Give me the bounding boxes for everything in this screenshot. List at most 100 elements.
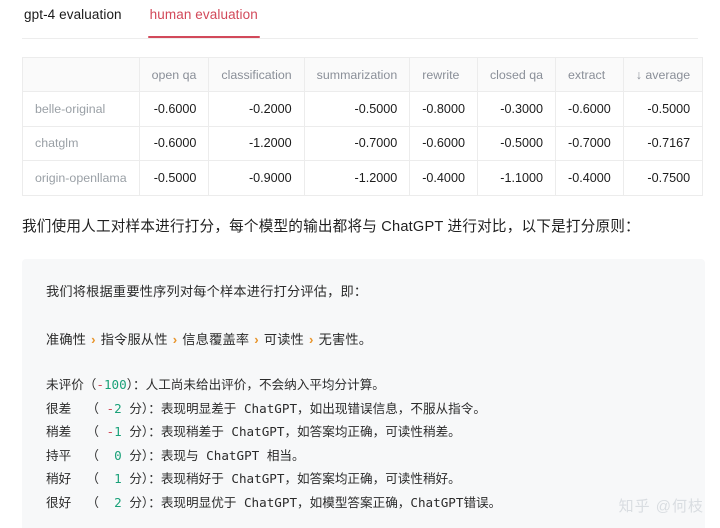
cell-chatglm-open-qa: -0.6000 <box>139 125 210 161</box>
score-definition-list: 未评价（-100）：人工尚未给出评价，不会纳入平均分计算。 很差 （ -2 分）：… <box>46 373 681 514</box>
score-open-paren: （ <box>86 447 107 463</box>
criteria-separator-icon: › <box>254 332 259 347</box>
score-unit: 分）： <box>121 494 161 510</box>
cell-origin-openllama-rewrite: -0.4000 <box>409 160 478 196</box>
table-row: origin-openllama -0.5000 -0.9000 -1.2000… <box>22 160 704 196</box>
score-value: 100 <box>103 377 127 392</box>
column-header-rewrite[interactable]: rewrite <box>409 57 478 92</box>
row-label-chatglm: chatglm <box>22 125 140 161</box>
score-sign <box>107 495 115 510</box>
cell-chatglm-classification: -1.2000 <box>208 125 305 161</box>
score-label: 很好 <box>46 494 87 510</box>
cell-chatglm-extract: -0.7000 <box>555 125 624 161</box>
cell-belle-original-average: -0.5000 <box>623 91 704 127</box>
score-label: 很差 <box>46 400 87 416</box>
score-description: 表现稍好于 ChatGPT，如答案均正确，可读性稍好。 <box>160 471 461 486</box>
evaluation-tabs: gpt-4 evaluation human evaluation <box>0 0 720 40</box>
tab-gpt4-evaluation-label: gpt-4 evaluation <box>24 7 122 22</box>
score-unit: 分）： <box>121 424 161 439</box>
tab-human-evaluation[interactable]: human evaluation <box>147 0 261 38</box>
score-unit: 分）： <box>121 447 161 463</box>
cell-belle-original-classification: -0.2000 <box>208 91 305 127</box>
score-value: 1 <box>114 471 122 486</box>
scoring-rules-box: 我们将根据重要性序列对每个样本进行打分评估，即： 准确性 › 指令服从性 › 信息覆盖率… <box>22 259 705 528</box>
cell-chatglm-closed-qa: -0.5000 <box>477 125 557 161</box>
cell-origin-openllama-extract: -0.4000 <box>555 160 624 196</box>
cell-belle-original-summarization: -0.5000 <box>304 91 411 127</box>
tab-gpt4-evaluation[interactable]: gpt-4 evaluation <box>22 0 124 38</box>
score-description: 表现明显差于 ChatGPT，如出现错误信息，不服从指令。 <box>160 400 486 416</box>
page-root: gpt-4 evaluation human evaluation open q… <box>0 0 720 528</box>
tab-human-evaluation-label: human evaluation <box>149 7 258 22</box>
zhihu-watermark: 知乎 @何枝 <box>618 498 704 515</box>
criteria-item: 信息覆盖率 <box>182 332 250 347</box>
cell-origin-openllama-classification: -0.9000 <box>208 160 305 196</box>
table-header-row: open qa classification summarization rew… <box>22 57 704 92</box>
cell-origin-openllama-average: -0.7500 <box>623 160 704 196</box>
score-definition-line: 很好 （ 2 分）：表现明显优于 ChatGPT，如模型答案正确，ChatGPT… <box>46 491 681 515</box>
score-unit: 分）： <box>121 471 161 486</box>
cell-chatglm-average: -0.7167 <box>623 125 704 161</box>
cell-origin-openllama-closed-qa: -1.1000 <box>477 160 557 196</box>
score-open-paren: （ <box>86 494 107 510</box>
score-sign: - <box>106 424 115 439</box>
criteria-item: 可读性 <box>263 332 304 347</box>
column-header-average-sorted[interactable]: ↓ average <box>623 57 704 92</box>
score-sign: - <box>96 377 104 392</box>
evaluation-table-wrapper: open qa classification summarization rew… <box>22 57 704 196</box>
cell-belle-original-rewrite: -0.8000 <box>409 91 478 127</box>
cell-belle-original-closed-qa: -0.3000 <box>477 91 557 127</box>
criteria-separator-icon: › <box>172 332 178 347</box>
score-sign: - <box>106 400 115 416</box>
score-open-paren: （ <box>83 377 97 392</box>
row-label-belle-original: belle-original <box>22 91 140 127</box>
score-label: 稍好 <box>46 471 87 486</box>
cell-chatglm-summarization: -0.7000 <box>304 125 411 161</box>
table-row: belle-original -0.6000 -0.2000 -0.5000 -… <box>22 91 704 127</box>
criteria-separator-icon: › <box>309 332 314 347</box>
score-value: 2 <box>114 494 122 510</box>
score-label: 持平 <box>46 447 87 463</box>
column-header-closed-qa[interactable]: closed qa <box>477 57 557 92</box>
table-header: open qa classification summarization rew… <box>22 57 704 92</box>
criteria-item: 指令服从性 <box>100 332 168 347</box>
row-label-origin-openllama: origin-openllama <box>22 160 140 196</box>
score-open-paren: （ <box>86 471 107 486</box>
criteria-item: 准确性 <box>46 332 87 347</box>
score-description: 人工尚未给出评价，不会纳入平均分计算。 <box>145 377 385 392</box>
score-definition-line: 稍好 （ 1 分）：表现稍好于 ChatGPT，如答案均正确，可读性稍好。 <box>46 467 681 491</box>
criteria-priority-chain: 准确性 › 指令服从性 › 信息覆盖率 › 可读性 › 无害性。 <box>46 329 681 351</box>
column-header-classification[interactable]: classification <box>208 57 305 92</box>
score-definition-line: 稍差 （ -1 分）：表现稍差于 ChatGPT，如答案均正确，可读性稍差。 <box>46 420 681 444</box>
score-sign <box>107 448 115 463</box>
score-unit: ）： <box>126 377 146 392</box>
score-description: 表现与 ChatGPT 相当。 <box>160 447 305 463</box>
score-value: 1 <box>114 424 122 439</box>
scoring-rules-intro: 我们将根据重要性序列对每个样本进行打分评估，即： <box>46 284 368 299</box>
column-header-open-qa[interactable]: open qa <box>139 57 210 92</box>
table-row: chatglm -0.6000 -1.2000 -0.7000 -0.6000 … <box>22 125 704 161</box>
score-definition-line: 很差 （ -2 分）：表现明显差于 ChatGPT，如出现错误信息，不服从指令。 <box>46 397 681 421</box>
cell-belle-original-open-qa: -0.6000 <box>139 91 210 127</box>
column-header-summarization[interactable]: summarization <box>304 57 411 92</box>
column-header-model[interactable] <box>22 57 140 92</box>
evaluation-table: open qa classification summarization rew… <box>22 57 704 196</box>
tabs-divider <box>22 38 698 39</box>
score-open-paren: （ <box>86 424 107 439</box>
criteria-separator-icon: › <box>91 332 96 347</box>
criteria-item: 无害性。 <box>318 332 373 347</box>
score-description: 表现稍差于 ChatGPT，如答案均正确，可读性稍差。 <box>160 424 461 439</box>
score-value: 2 <box>114 400 122 416</box>
score-definition-line: 持平 （ 0 分）：表现与 ChatGPT 相当。 <box>46 444 681 468</box>
table-body: belle-original -0.6000 -0.2000 -0.5000 -… <box>22 91 704 196</box>
cell-origin-openllama-summarization: -1.2000 <box>304 160 411 196</box>
score-description: 表现明显优于 ChatGPT，如模型答案正确，ChatGPT错误。 <box>160 494 502 510</box>
cell-chatglm-rewrite: -0.6000 <box>409 125 478 161</box>
cell-origin-openllama-open-qa: -0.5000 <box>139 160 210 196</box>
cell-belle-original-extract: -0.6000 <box>555 91 624 127</box>
score-label: 未评价 <box>46 377 84 392</box>
column-header-extract[interactable]: extract <box>555 57 624 92</box>
score-definition-line: 未评价（-100）：人工尚未给出评价，不会纳入平均分计算。 <box>46 373 681 397</box>
score-unit: 分）： <box>121 400 161 416</box>
score-value: 0 <box>114 447 122 463</box>
